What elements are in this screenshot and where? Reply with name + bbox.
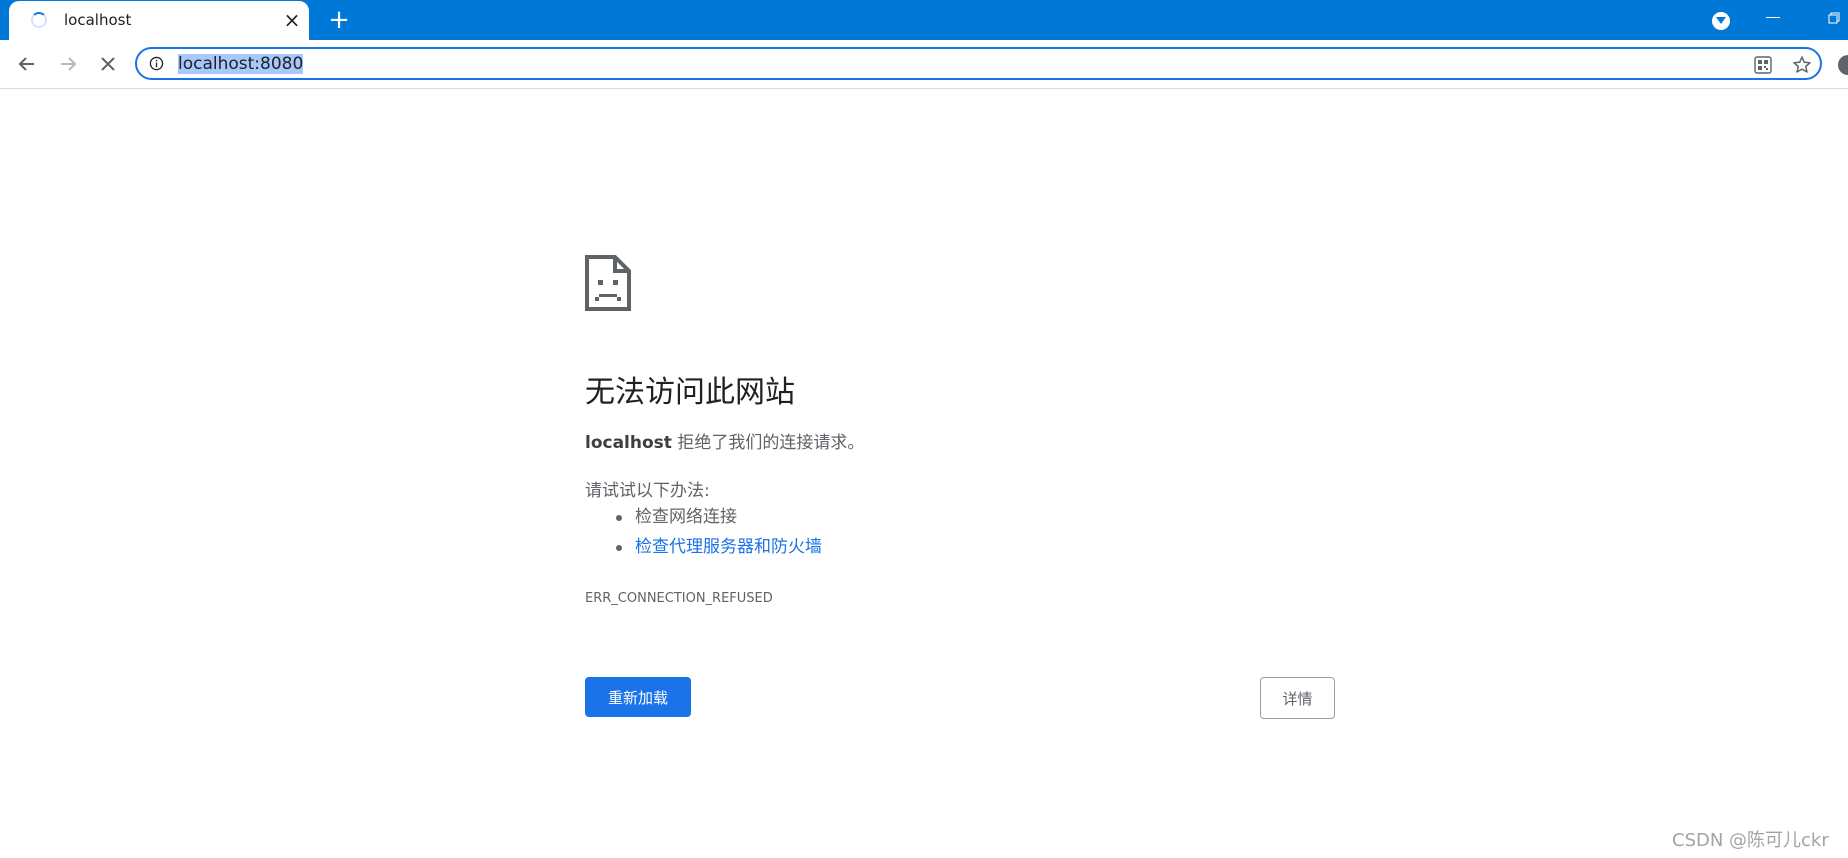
loading-spinner-icon bbox=[31, 12, 47, 28]
qr-code-icon[interactable] bbox=[1754, 56, 1772, 74]
tab-title: localhost bbox=[64, 11, 132, 29]
tab-close-button[interactable]: × bbox=[281, 9, 303, 31]
details-button[interactable]: 详情 bbox=[1260, 677, 1335, 719]
url-text[interactable]: localhost:8080 bbox=[178, 54, 304, 74]
bookmark-star-icon[interactable] bbox=[1792, 55, 1812, 75]
error-host: localhost bbox=[585, 433, 672, 453]
suggestions-intro: 请试试以下办法: bbox=[585, 481, 710, 501]
profile-avatar[interactable] bbox=[1838, 55, 1848, 75]
stop-loading-button[interactable] bbox=[96, 52, 120, 76]
restore-window-button[interactable] bbox=[1828, 12, 1840, 24]
new-tab-button[interactable]: + bbox=[325, 6, 353, 34]
site-info-icon[interactable] bbox=[149, 56, 164, 71]
reload-button[interactable]: 重新加载 bbox=[585, 677, 691, 717]
toolbar: localhost:8080 bbox=[0, 40, 1848, 89]
browser-window: localhost × + localhost:8080 无法访问此网站 loc… bbox=[0, 0, 1848, 858]
tab-search-button[interactable] bbox=[1712, 12, 1730, 30]
tab-localhost[interactable]: localhost × bbox=[9, 1, 309, 40]
forward-button[interactable] bbox=[56, 52, 80, 76]
watermark: CSDN @陈可儿ckr bbox=[1672, 830, 1829, 851]
error-heading: 无法访问此网站 bbox=[585, 375, 795, 410]
error-summary-text: 拒绝了我们的连接请求。 bbox=[671, 433, 865, 453]
chevron-down-icon bbox=[1716, 17, 1726, 24]
error-code: ERR_CONNECTION_REFUSED bbox=[585, 591, 773, 606]
minimize-button[interactable] bbox=[1766, 17, 1780, 18]
back-button[interactable] bbox=[15, 52, 39, 76]
suggestion-check-network: 检查网络连接 bbox=[585, 502, 822, 532]
address-bar[interactable]: localhost:8080 bbox=[135, 47, 1822, 80]
suggestions-list: 检查网络连接 检查代理服务器和防火墙 bbox=[585, 502, 822, 562]
tab-strip: localhost × + bbox=[0, 0, 1848, 40]
suggestion-check-proxy-link[interactable]: 检查代理服务器和防火墙 bbox=[585, 532, 822, 562]
error-summary: localhost 拒绝了我们的连接请求。 bbox=[585, 428, 864, 453]
sad-document-icon bbox=[585, 255, 631, 311]
